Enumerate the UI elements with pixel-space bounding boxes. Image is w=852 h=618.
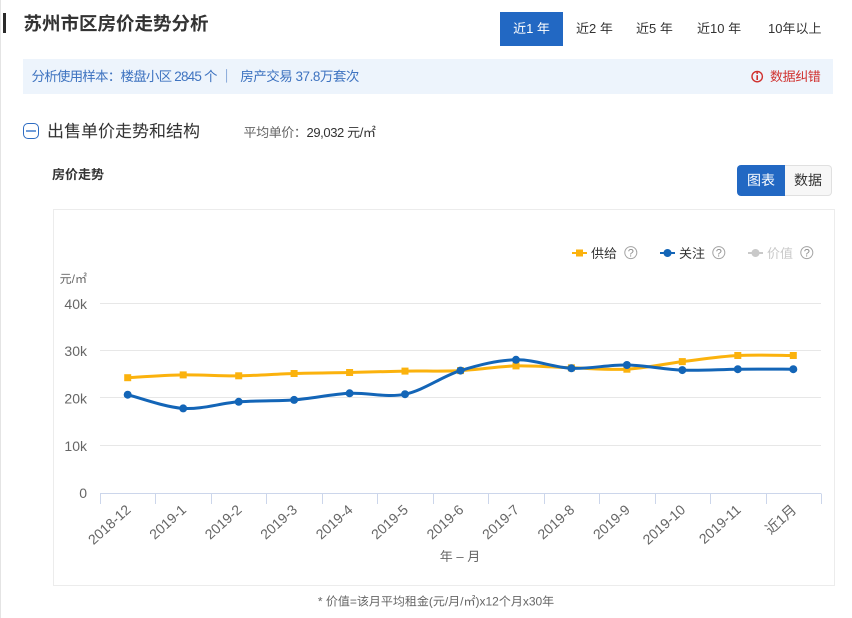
svg-text:供给: 供给 xyxy=(591,246,617,261)
svg-text:2019-9: 2019-9 xyxy=(590,501,633,542)
svg-text:30k: 30k xyxy=(64,343,88,359)
svg-text:20k: 20k xyxy=(64,391,88,407)
svg-text:?: ? xyxy=(716,248,722,260)
svg-text:40k: 40k xyxy=(64,296,88,312)
svg-text:2019-3: 2019-3 xyxy=(257,501,300,542)
svg-text:2019-6: 2019-6 xyxy=(423,501,466,542)
svg-text:?: ? xyxy=(628,248,634,260)
svg-text:2019-2: 2019-2 xyxy=(202,501,245,542)
svg-text:2019-11: 2019-11 xyxy=(696,501,744,547)
svg-text:2019-1: 2019-1 xyxy=(146,501,189,542)
svg-text:关注: 关注 xyxy=(679,246,705,261)
svg-text:年 – 月: 年 – 月 xyxy=(440,549,480,564)
svg-text:2019-5: 2019-5 xyxy=(368,501,411,542)
svg-text:元/㎡: 元/㎡ xyxy=(60,272,87,286)
svg-text:近1月: 近1月 xyxy=(762,501,799,537)
svg-text:价值: 价值 xyxy=(767,246,793,261)
svg-text:* 价值=该月平均租金(元/月/㎡)x12个月x30年: * 价值=该月平均租金(元/月/㎡)x12个月x30年 xyxy=(318,595,554,609)
svg-text:2019-10: 2019-10 xyxy=(639,501,688,547)
svg-text:2019-8: 2019-8 xyxy=(534,501,577,542)
svg-text:10k: 10k xyxy=(64,438,88,454)
svg-text:2018-12: 2018-12 xyxy=(85,501,134,547)
svg-text:0: 0 xyxy=(79,485,87,501)
svg-text:?: ? xyxy=(804,248,810,260)
svg-text:2019-7: 2019-7 xyxy=(479,501,522,542)
svg-text:2019-4: 2019-4 xyxy=(313,501,356,542)
